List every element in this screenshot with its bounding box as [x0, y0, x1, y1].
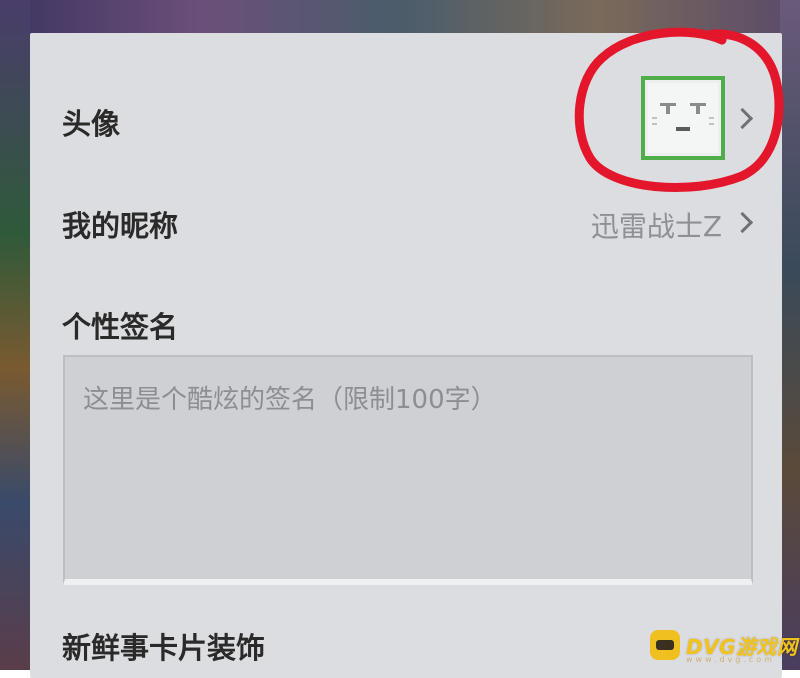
avatar[interactable]	[641, 76, 725, 160]
background-right-strip	[780, 0, 800, 670]
background-left-strip	[0, 0, 30, 670]
signature-label: 个性签名	[62, 310, 179, 344]
nickname-label: 我的昵称	[62, 209, 179, 243]
chevron-right-icon	[731, 107, 754, 130]
avatar-face-icon	[648, 83, 718, 153]
background-top-strip	[0, 0, 800, 36]
nickname-value: 迅雷战士Z	[590, 210, 722, 243]
profile-settings-panel: 头像 我的昵称 迅雷战士Z 个性签名 这里是个酷炫的签名（限制100字） 新鲜事…	[30, 33, 782, 678]
signature-input[interactable]	[63, 355, 753, 585]
chevron-right-icon	[731, 211, 754, 234]
watermark: DVG游戏网 www.dvg.com	[650, 627, 798, 664]
signature-heading-row: 个性签名	[30, 288, 782, 348]
card-decoration-label: 新鲜事卡片装饰	[62, 631, 266, 665]
avatar-row[interactable]: 头像	[30, 33, 782, 203]
avatar-label: 头像	[62, 107, 121, 141]
avatar-image	[648, 83, 718, 153]
gamepad-icon	[650, 630, 680, 660]
nickname-row[interactable]: 我的昵称 迅雷战士Z	[30, 183, 782, 263]
watermark-subtext: www.dvg.com	[686, 655, 775, 664]
